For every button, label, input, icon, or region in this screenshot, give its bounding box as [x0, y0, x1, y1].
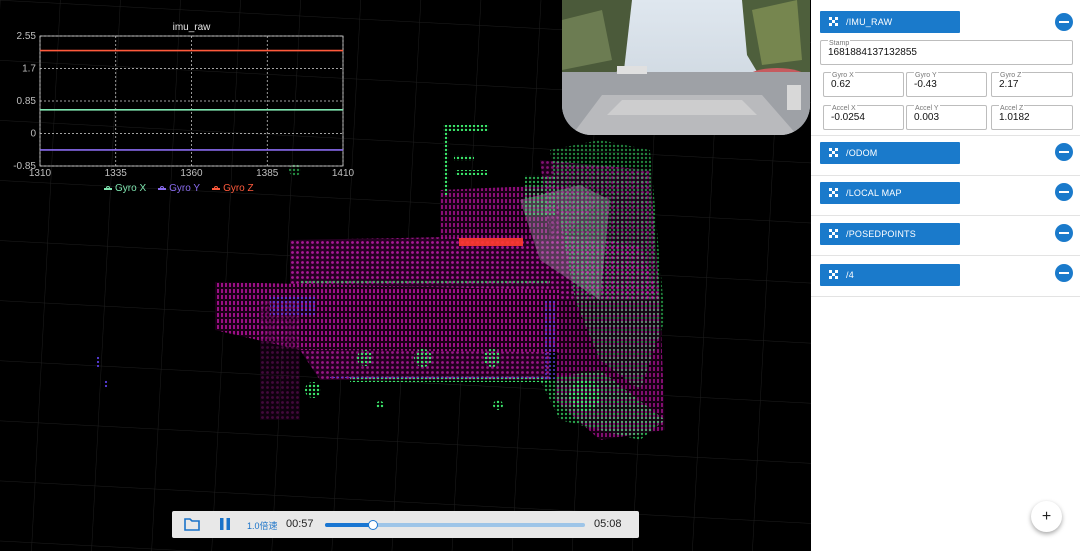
- topic-button-4[interactable]: /4: [820, 264, 960, 286]
- field-label: Gyro Y: [914, 72, 938, 79]
- topic-icon: [829, 188, 838, 197]
- legend-label: Gyro Y: [169, 183, 201, 194]
- stamp-field[interactable]: Stamp 1681884137132855: [820, 40, 1073, 65]
- progress-handle[interactable]: [368, 520, 379, 530]
- legend-label: Gyro Z: [223, 183, 254, 194]
- y-tick-label: 1.7: [22, 64, 36, 75]
- remove-topic-button[interactable]: [1055, 13, 1073, 31]
- field-label: Stamp: [828, 40, 851, 47]
- topic-icon: [829, 229, 838, 238]
- field-value: 1681884137132855: [828, 47, 917, 58]
- field-label: Accel Y: [914, 105, 940, 112]
- 3d-viewport[interactable]: imu_raw 2.55 1.7 0.85 0 -0.85 1310 1335 1360 1385…: [0, 0, 811, 551]
- y-tick-label: 0: [30, 129, 36, 140]
- y-tick-label: 2.55: [17, 31, 37, 42]
- topic-row-imu-raw: /IMU_RAW Stamp 1681884137132855 Gyro X 0…: [811, 0, 1080, 136]
- x-tick-label: 1410: [332, 168, 355, 179]
- topic-icon: [829, 148, 838, 157]
- legend-item-gyro-z: Gyro Z: [212, 183, 254, 194]
- x-tick-label: 1335: [105, 168, 128, 179]
- topic-panel: /IMU_RAW Stamp 1681884137132855 Gyro X 0…: [811, 0, 1080, 551]
- field-value: 1.0182: [999, 112, 1030, 123]
- current-time: 00:57: [286, 518, 314, 530]
- camera-image: [562, 0, 810, 135]
- topic-label: /IMU_RAW: [846, 17, 893, 27]
- field-label: Gyro X: [831, 72, 855, 79]
- add-topic-button[interactable]: +: [1031, 501, 1062, 532]
- progress-fill: [325, 523, 374, 527]
- pause-icon[interactable]: [219, 518, 231, 530]
- legend-swatch-icon: [158, 185, 167, 190]
- camera-thumbnail[interactable]: [562, 0, 810, 135]
- topic-row-local-map: /LOCAL MAP: [811, 175, 1080, 216]
- field-value: 0.62: [831, 79, 851, 90]
- topic-icon: [829, 270, 838, 279]
- imu-raw-chart: imu_raw2.551.70.850-0.851310 1335 1360 1385…: [13, 22, 355, 179]
- field-label: Gyro Z: [999, 72, 1023, 79]
- x-tick-label: 1360: [180, 168, 203, 179]
- topic-button-odom[interactable]: /ODOM: [820, 142, 960, 164]
- legend-swatch-icon: [104, 185, 112, 190]
- topic-row-odom: /ODOM: [811, 135, 1080, 176]
- legend-item-gyro-y: Gyro Y: [158, 183, 200, 194]
- topic-row-4: /4: [811, 256, 1080, 297]
- topic-label: /4: [846, 270, 854, 280]
- remove-topic-button[interactable]: [1055, 143, 1073, 161]
- topic-button-posedpoints[interactable]: /POSEDPOINTS: [820, 223, 960, 245]
- gyro-y-field[interactable]: Gyro Y -0.43: [906, 72, 987, 97]
- legend-label: Gyro X: [115, 183, 147, 194]
- accel-z-field[interactable]: Accel Z 1.0182: [991, 105, 1073, 130]
- legend-swatch-icon: [212, 185, 221, 190]
- x-tick-label: 1310: [29, 168, 52, 179]
- topic-label: /POSEDPOINTS: [846, 229, 916, 239]
- remove-topic-button[interactable]: [1055, 264, 1073, 282]
- topic-button-local-map[interactable]: /LOCAL MAP: [820, 182, 960, 204]
- topic-label: /ODOM: [846, 148, 878, 158]
- gyro-x-field[interactable]: Gyro X 0.62: [823, 72, 904, 97]
- field-label: Accel Z: [999, 105, 1025, 112]
- playback-bar: 1.0倍速 00:57 05:08: [172, 511, 639, 538]
- progress-slider[interactable]: [325, 520, 585, 530]
- field-value: -0.43: [914, 79, 937, 90]
- folder-icon[interactable]: [184, 517, 200, 531]
- x-tick-label: 1385: [256, 168, 279, 179]
- remove-topic-button[interactable]: [1055, 224, 1073, 242]
- accel-x-field[interactable]: Accel X -0.0254: [823, 105, 904, 130]
- field-value: 0.003: [914, 112, 940, 123]
- gyro-z-field[interactable]: Gyro Z 2.17: [991, 72, 1073, 97]
- chart-title: imu_raw: [173, 22, 212, 33]
- chart-legend: Gyro X Gyro Y Gyro Z: [104, 183, 254, 194]
- y-tick-label: 0.85: [17, 96, 37, 107]
- topic-button-imu-raw[interactable]: /IMU_RAW: [820, 11, 960, 33]
- topic-label: /LOCAL MAP: [846, 188, 902, 198]
- field-label: Accel X: [831, 105, 857, 112]
- topic-row-posedpoints: /POSEDPOINTS: [811, 215, 1080, 256]
- accel-y-field[interactable]: Accel Y 0.003: [906, 105, 987, 130]
- total-time: 05:08: [594, 518, 622, 530]
- field-value: -0.0254: [831, 112, 865, 123]
- remove-topic-button[interactable]: [1055, 183, 1073, 201]
- field-value: 2.17: [999, 79, 1019, 90]
- playback-speed-button[interactable]: 1.0倍速: [247, 519, 278, 532]
- legend-item-gyro-x: Gyro X: [104, 183, 146, 194]
- topic-icon: [829, 17, 838, 26]
